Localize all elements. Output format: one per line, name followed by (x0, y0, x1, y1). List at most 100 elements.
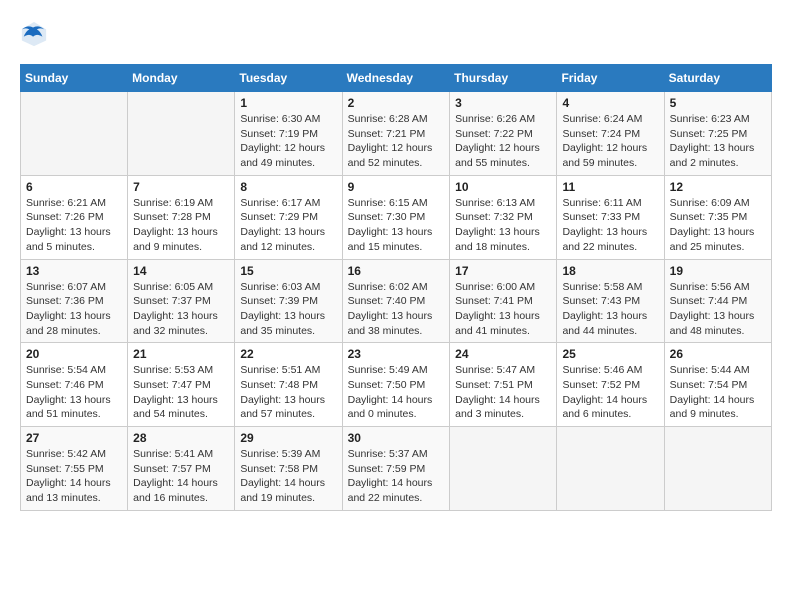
calendar-cell: 10Sunrise: 6:13 AMSunset: 7:32 PMDayligh… (450, 175, 557, 259)
calendar-cell: 13 Sunrise: 6:07 AMSunset: 7:36 PMDayligh… (21, 259, 128, 343)
day-number: 7 (133, 180, 229, 194)
day-number: 19 (670, 264, 766, 278)
calendar-week-2: 6 Sunrise: 6:21 AMSunset: 7:26 PMDaylight… (21, 175, 772, 259)
calendar-cell: 30 Sunrise: 5:37 AMSunset: 7:59 PMDayligh… (342, 427, 450, 511)
calendar-cell: 25Sunrise: 5:46 AMSunset: 7:52 PMDayligh… (557, 343, 664, 427)
day-number: 28 (133, 431, 229, 445)
calendar-week-5: 27 Sunrise: 5:42 AMSunset: 7:55 PMDayligh… (21, 427, 772, 511)
calendar-header: SundayMondayTuesdayWednesdayThursdayFrid… (21, 65, 772, 92)
day-info: Sunrise: 5:56 AMSunset: 7:44 PMDaylight:… (670, 280, 766, 339)
day-number: 12 (670, 180, 766, 194)
day-number: 14 (133, 264, 229, 278)
calendar-cell: 17 Sunrise: 6:00 AMSunset: 7:41 PMDayligh… (450, 259, 557, 343)
day-number: 11 (562, 180, 658, 194)
weekday-header-wednesday: Wednesday (342, 65, 450, 92)
day-info: Sunrise: 5:53 AMSunset: 7:47 PMDaylight:… (133, 363, 229, 422)
weekday-header-tuesday: Tuesday (235, 65, 342, 92)
day-info: Sunrise: 6:15 AMSunset: 7:30 PMDaylight:… (348, 196, 445, 255)
weekday-header-monday: Monday (128, 65, 235, 92)
calendar-cell: 11 Sunrise: 6:11 AMSunset: 7:33 PMDayligh… (557, 175, 664, 259)
day-number: 22 (240, 347, 336, 361)
day-number: 30 (348, 431, 445, 445)
calendar-cell (128, 92, 235, 176)
weekday-header-saturday: Saturday (664, 65, 771, 92)
day-info: Sunrise: 6:07 AMSunset: 7:36 PMDaylight:… (26, 280, 122, 339)
day-info: Sunrise: 6:21 AMSunset: 7:26 PMDaylight:… (26, 196, 122, 255)
calendar-cell: 20Sunrise: 5:54 AMSunset: 7:46 PMDayligh… (21, 343, 128, 427)
calendar-cell: 16 Sunrise: 6:02 AMSunset: 7:40 PMDayligh… (342, 259, 450, 343)
calendar-body: 1 Sunrise: 6:30 AMSunset: 7:19 PMDaylight… (21, 92, 772, 511)
calendar-cell (21, 92, 128, 176)
weekday-header-friday: Friday (557, 65, 664, 92)
logo-icon (20, 20, 48, 48)
calendar-cell: 14 Sunrise: 6:05 AMSunset: 7:37 PMDayligh… (128, 259, 235, 343)
day-number: 3 (455, 96, 551, 110)
calendar-week-4: 20Sunrise: 5:54 AMSunset: 7:46 PMDayligh… (21, 343, 772, 427)
page-header (20, 20, 772, 48)
calendar-cell: 28 Sunrise: 5:41 AMSunset: 7:57 PMDayligh… (128, 427, 235, 511)
calendar-cell: 5 Sunrise: 6:23 AMSunset: 7:25 PMDaylight… (664, 92, 771, 176)
day-info: Sunrise: 6:17 AMSunset: 7:29 PMDaylight:… (240, 196, 336, 255)
calendar-cell: 21 Sunrise: 5:53 AMSunset: 7:47 PMDayligh… (128, 343, 235, 427)
day-info: Sunrise: 6:03 AMSunset: 7:39 PMDaylight:… (240, 280, 336, 339)
calendar-cell: 8 Sunrise: 6:17 AMSunset: 7:29 PMDaylight… (235, 175, 342, 259)
calendar-week-3: 13 Sunrise: 6:07 AMSunset: 7:36 PMDayligh… (21, 259, 772, 343)
day-number: 24 (455, 347, 551, 361)
day-number: 5 (670, 96, 766, 110)
day-info: Sunrise: 6:11 AMSunset: 7:33 PMDaylight:… (562, 196, 658, 255)
day-info: Sunrise: 6:26 AMSunset: 7:22 PMDaylight:… (455, 112, 551, 171)
calendar-cell (664, 427, 771, 511)
calendar-week-1: 1 Sunrise: 6:30 AMSunset: 7:19 PMDaylight… (21, 92, 772, 176)
day-number: 27 (26, 431, 122, 445)
day-number: 16 (348, 264, 445, 278)
calendar-cell: 15 Sunrise: 6:03 AMSunset: 7:39 PMDayligh… (235, 259, 342, 343)
day-info: Sunrise: 5:54 AMSunset: 7:46 PMDaylight:… (26, 363, 122, 422)
day-number: 17 (455, 264, 551, 278)
weekday-row: SundayMondayTuesdayWednesdayThursdayFrid… (21, 65, 772, 92)
day-info: Sunrise: 5:51 AMSunset: 7:48 PMDaylight:… (240, 363, 336, 422)
day-info: Sunrise: 5:47 AMSunset: 7:51 PMDaylight:… (455, 363, 551, 422)
day-info: Sunrise: 5:42 AMSunset: 7:55 PMDaylight:… (26, 447, 122, 506)
day-number: 21 (133, 347, 229, 361)
calendar-cell: 19 Sunrise: 5:56 AMSunset: 7:44 PMDayligh… (664, 259, 771, 343)
calendar-cell: 27 Sunrise: 5:42 AMSunset: 7:55 PMDayligh… (21, 427, 128, 511)
day-info: Sunrise: 5:37 AMSunset: 7:59 PMDaylight:… (348, 447, 445, 506)
day-info: Sunrise: 6:05 AMSunset: 7:37 PMDaylight:… (133, 280, 229, 339)
day-number: 13 (26, 264, 122, 278)
day-info: Sunrise: 6:28 AMSunset: 7:21 PMDaylight:… (348, 112, 445, 171)
calendar-cell: 23Sunrise: 5:49 AMSunset: 7:50 PMDayligh… (342, 343, 450, 427)
day-info: Sunrise: 6:09 AMSunset: 7:35 PMDaylight:… (670, 196, 766, 255)
day-info: Sunrise: 6:13 AMSunset: 7:32 PMDaylight:… (455, 196, 551, 255)
day-info: Sunrise: 5:41 AMSunset: 7:57 PMDaylight:… (133, 447, 229, 506)
calendar-cell: 2 Sunrise: 6:28 AMSunset: 7:21 PMDaylight… (342, 92, 450, 176)
calendar-cell: 26Sunrise: 5:44 AMSunset: 7:54 PMDayligh… (664, 343, 771, 427)
day-number: 15 (240, 264, 336, 278)
day-info: Sunrise: 6:30 AMSunset: 7:19 PMDaylight:… (240, 112, 336, 171)
day-number: 1 (240, 96, 336, 110)
day-number: 29 (240, 431, 336, 445)
day-info: Sunrise: 5:49 AMSunset: 7:50 PMDaylight:… (348, 363, 445, 422)
day-number: 6 (26, 180, 122, 194)
day-number: 25 (562, 347, 658, 361)
day-number: 2 (348, 96, 445, 110)
weekday-header-sunday: Sunday (21, 65, 128, 92)
calendar-cell: 22 Sunrise: 5:51 AMSunset: 7:48 PMDayligh… (235, 343, 342, 427)
calendar-cell: 18Sunrise: 5:58 AMSunset: 7:43 PMDayligh… (557, 259, 664, 343)
day-info: Sunrise: 6:23 AMSunset: 7:25 PMDaylight:… (670, 112, 766, 171)
day-number: 8 (240, 180, 336, 194)
calendar-cell: 3 Sunrise: 6:26 AMSunset: 7:22 PMDaylight… (450, 92, 557, 176)
calendar-cell: 6 Sunrise: 6:21 AMSunset: 7:26 PMDaylight… (21, 175, 128, 259)
day-number: 18 (562, 264, 658, 278)
calendar-cell: 4 Sunrise: 6:24 AMSunset: 7:24 PMDaylight… (557, 92, 664, 176)
calendar-cell: 7 Sunrise: 6:19 AMSunset: 7:28 PMDaylight… (128, 175, 235, 259)
calendar-cell (450, 427, 557, 511)
calendar-cell: 24 Sunrise: 5:47 AMSunset: 7:51 PMDayligh… (450, 343, 557, 427)
day-info: Sunrise: 6:00 AMSunset: 7:41 PMDaylight:… (455, 280, 551, 339)
calendar-cell: 29Sunrise: 5:39 AMSunset: 7:58 PMDayligh… (235, 427, 342, 511)
day-info: Sunrise: 6:24 AMSunset: 7:24 PMDaylight:… (562, 112, 658, 171)
day-info: Sunrise: 6:02 AMSunset: 7:40 PMDaylight:… (348, 280, 445, 339)
day-info: Sunrise: 6:19 AMSunset: 7:28 PMDaylight:… (133, 196, 229, 255)
calendar-table: SundayMondayTuesdayWednesdayThursdayFrid… (20, 64, 772, 511)
day-number: 9 (348, 180, 445, 194)
day-number: 4 (562, 96, 658, 110)
